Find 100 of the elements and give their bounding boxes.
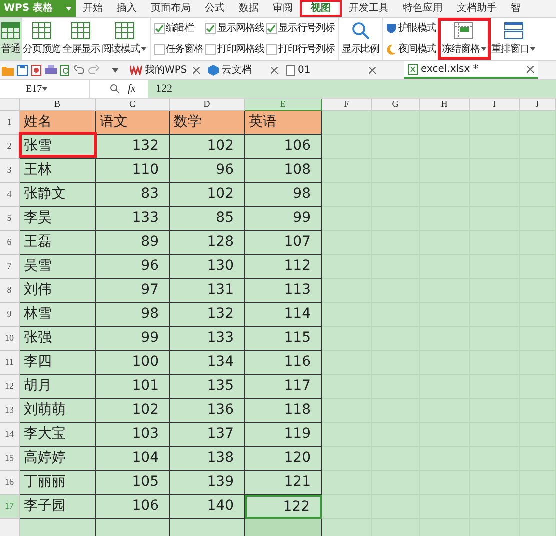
checkbox-label: 编辑栏 bbox=[166, 22, 194, 36]
column-header[interactable]: F bbox=[322, 99, 372, 111]
checkbox[interactable] bbox=[205, 44, 216, 55]
mode-button[interactable]: 护眼模式 bbox=[386, 21, 436, 36]
ribbon-tab[interactable]: 文档助手 bbox=[450, 0, 504, 17]
freeze-panes-button[interactable]: 冻结窗格 bbox=[441, 21, 488, 57]
caret-icon bbox=[530, 47, 536, 51]
checkbox-label: 打印行号列标 bbox=[278, 42, 335, 57]
table-cell: 112 bbox=[245, 255, 322, 279]
close-icon[interactable] bbox=[271, 66, 278, 74]
row-header[interactable]: 7 bbox=[0, 255, 20, 279]
document-tab[interactable]: excel.xlsx * bbox=[404, 61, 538, 79]
close-icon[interactable] bbox=[193, 66, 200, 74]
close-icon[interactable] bbox=[369, 66, 376, 74]
ribbon-tab[interactable]: 插入 bbox=[110, 0, 144, 17]
view-mode-button[interactable]: 全屏显示 bbox=[62, 18, 102, 60]
view-mode-button[interactable]: 分页预览 bbox=[22, 18, 62, 60]
undo-icon[interactable] bbox=[74, 65, 85, 75]
table-cell: 115 bbox=[245, 327, 322, 351]
table-cell: 117 bbox=[245, 375, 322, 399]
caret-icon[interactable] bbox=[112, 68, 119, 72]
table-cell: 107 bbox=[245, 231, 322, 255]
print-icon[interactable] bbox=[45, 64, 57, 76]
arrange-windows-button[interactable]: 重排窗口 bbox=[490, 18, 538, 60]
table-cell: 吴雪 bbox=[20, 255, 96, 279]
ribbon-tab[interactable]: 页面布局 bbox=[144, 0, 198, 17]
row-header[interactable]: 2 bbox=[0, 135, 20, 159]
row-header[interactable]: 6 bbox=[0, 231, 20, 255]
column-header[interactable]: G bbox=[372, 99, 420, 111]
table-cell: 李四 bbox=[20, 351, 96, 375]
table-cell: 王磊 bbox=[20, 231, 96, 255]
column-header[interactable]: E bbox=[245, 99, 322, 111]
grid-icon bbox=[32, 22, 52, 40]
row-header[interactable]: 1 bbox=[0, 111, 20, 135]
zoom-icon[interactable] bbox=[110, 84, 120, 94]
table-cell bbox=[322, 327, 372, 351]
table-cell: 100 bbox=[96, 351, 170, 375]
ribbon-tab[interactable]: 审阅 bbox=[266, 0, 300, 17]
table-cell bbox=[322, 423, 372, 447]
column-header[interactable]: J bbox=[520, 99, 556, 111]
checkbox[interactable] bbox=[154, 44, 165, 55]
checkbox[interactable] bbox=[266, 23, 278, 34]
redo-icon[interactable] bbox=[88, 65, 99, 75]
table-cell: 120 bbox=[245, 447, 322, 471]
windows-icon bbox=[504, 22, 524, 40]
table-cell: 98 bbox=[245, 183, 322, 207]
ribbon-tab[interactable]: 开发工具 bbox=[342, 0, 396, 17]
function-button[interactable]: fx bbox=[128, 80, 148, 98]
view-mode-button[interactable]: 普通 bbox=[0, 18, 22, 60]
formula-input[interactable]: 122 bbox=[148, 80, 556, 98]
row-header[interactable]: 3 bbox=[0, 159, 20, 183]
grid-icon bbox=[114, 22, 135, 40]
row-header[interactable]: 15 bbox=[0, 447, 20, 471]
table-cell bbox=[520, 111, 556, 135]
save-icon[interactable] bbox=[17, 64, 28, 76]
ribbon-tab[interactable]: 开始 bbox=[76, 0, 110, 17]
close-icon[interactable] bbox=[527, 66, 534, 72]
view-mode-button[interactable]: 阅读模式 bbox=[101, 18, 148, 60]
mode-button[interactable]: 夜间模式 bbox=[386, 42, 436, 57]
ribbon-tab[interactable]: 视图 bbox=[304, 2, 338, 15]
row-header[interactable]: 17 bbox=[0, 495, 20, 519]
row-header[interactable]: 16 bbox=[0, 471, 20, 495]
checkbox[interactable] bbox=[266, 44, 278, 55]
table-cell: 139 bbox=[170, 471, 245, 495]
checkbox[interactable] bbox=[154, 23, 165, 34]
table-cell bbox=[372, 111, 420, 135]
table-cell: 张强 bbox=[20, 327, 96, 351]
row-header[interactable]: 8 bbox=[0, 279, 20, 303]
grid-icon bbox=[71, 22, 92, 40]
ribbon-tab[interactable]: 数据 bbox=[232, 0, 266, 17]
table-cell: 89 bbox=[96, 231, 170, 255]
ribbon-tab[interactable]: 智 bbox=[504, 0, 528, 17]
table-cell bbox=[322, 495, 372, 519]
checkbox-label: 打印网格线 bbox=[217, 42, 264, 57]
zoom-button[interactable]: 显示比例 bbox=[340, 18, 380, 60]
column-header[interactable]: I bbox=[470, 99, 520, 111]
row-header[interactable]: 13 bbox=[0, 399, 20, 423]
document-tab[interactable]: 我的WPS bbox=[126, 61, 204, 79]
print-preview-icon[interactable] bbox=[60, 64, 71, 76]
name-box[interactable]: E17 bbox=[0, 80, 90, 98]
tab-label: 01 bbox=[298, 64, 311, 78]
row-header[interactable]: 9 bbox=[0, 303, 20, 327]
row-header[interactable]: 12 bbox=[0, 375, 20, 399]
table-cell: 103 bbox=[96, 423, 170, 447]
checkbox[interactable] bbox=[205, 23, 216, 34]
row-header[interactable]: 10 bbox=[0, 327, 20, 351]
table-cell: 137 bbox=[170, 423, 245, 447]
row-header[interactable]: 5 bbox=[0, 207, 20, 231]
document-tab[interactable]: 01 bbox=[282, 61, 380, 79]
row-header[interactable]: 4 bbox=[0, 183, 20, 207]
column-header[interactable]: H bbox=[420, 99, 470, 111]
row-header[interactable]: 14 bbox=[0, 423, 20, 447]
table-cell bbox=[322, 351, 372, 375]
row-header[interactable]: 11 bbox=[0, 351, 20, 375]
document-tab[interactable]: 云文档 bbox=[204, 61, 282, 79]
tab-label: 云文档 bbox=[222, 64, 252, 78]
ribbon-tab[interactable]: 特色应用 bbox=[396, 0, 450, 17]
tab-label: excel.xlsx * bbox=[421, 62, 478, 76]
ribbon-tab[interactable]: 公式 bbox=[198, 0, 232, 17]
app-menu-button[interactable]: WPS 表格 bbox=[0, 0, 76, 17]
